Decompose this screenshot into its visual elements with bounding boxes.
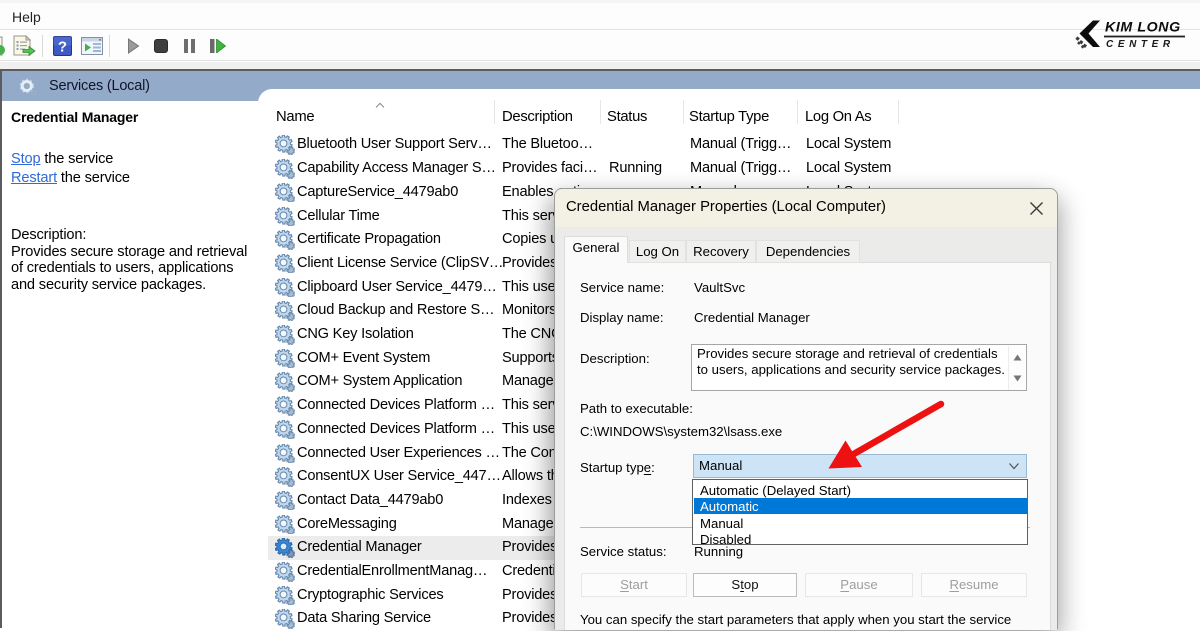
svg-text:?: ? (58, 39, 67, 56)
svg-text:CENTER: CENTER (1106, 39, 1175, 50)
svg-text:KIM LONG: KIM LONG (1105, 19, 1181, 35)
